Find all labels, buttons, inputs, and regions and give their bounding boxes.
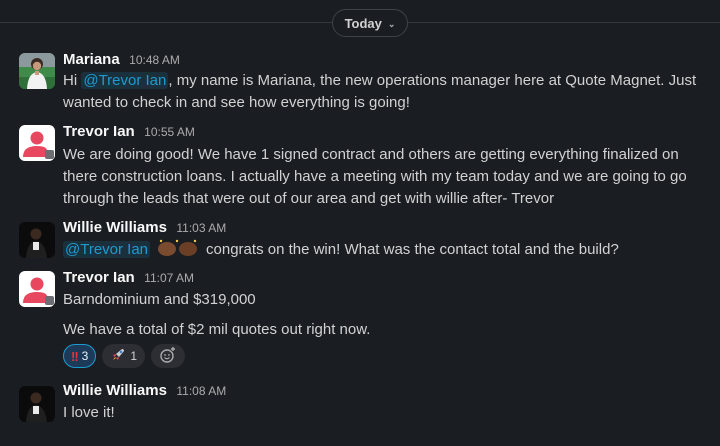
sender-name[interactable]: Trevor Ian xyxy=(63,123,135,140)
message-text: @Trevor Ian congrats on the win! What wa… xyxy=(63,239,715,264)
message-text-post: congrats on the win! What was the contac… xyxy=(206,241,619,258)
message-header: Willie Williams 11:03 AM xyxy=(63,219,226,237)
avatar[interactable] xyxy=(19,386,55,422)
reaction-count: 1 xyxy=(130,349,138,363)
message-text: I love it! xyxy=(63,404,115,421)
timestamp[interactable]: 10:55 AM xyxy=(144,125,195,139)
message-header: Trevor Ian 10:55 AM xyxy=(63,123,195,141)
rocket-icon xyxy=(110,347,126,366)
avatar[interactable] xyxy=(19,53,55,89)
avatar[interactable] xyxy=(19,125,55,161)
sender-name[interactable]: Mariana xyxy=(63,51,120,68)
date-divider-button[interactable]: Today ⌄ xyxy=(332,9,408,37)
message-text: We are doing good! We have 1 signed cont… xyxy=(63,146,687,207)
add-reaction-button[interactable] xyxy=(151,344,186,368)
timestamp[interactable]: 11:08 AM xyxy=(176,384,226,398)
clapping-hands-icon xyxy=(156,239,200,264)
sender-name[interactable]: Willie Williams xyxy=(63,219,167,236)
reaction-double-exclamation[interactable]: !! 3 xyxy=(63,344,97,368)
reaction-count: 3 xyxy=(81,349,89,363)
sender-name[interactable]: Trevor Ian xyxy=(63,269,135,286)
message-text-pre: Hi xyxy=(63,72,82,89)
message-text: Barndominium and $319,000 xyxy=(63,291,256,308)
message-header: Trevor Ian 11:07 AM xyxy=(63,269,194,287)
double-exclamation-icon: !! xyxy=(71,348,79,364)
reaction-rocket[interactable]: 1 xyxy=(102,344,146,368)
message-text: Hi @Trevor Ian, my name is Mariana, the … xyxy=(63,70,715,114)
date-label: Today xyxy=(344,15,382,31)
timestamp[interactable]: 11:03 AM xyxy=(176,221,226,235)
timestamp[interactable]: 10:48 AM xyxy=(129,53,180,67)
avatar[interactable] xyxy=(19,222,55,258)
chevron-down-icon: ⌄ xyxy=(387,18,396,29)
reactions-bar: !! 3 1 xyxy=(63,344,186,368)
message-header: Mariana 10:48 AM xyxy=(63,51,180,69)
add-emoji-icon xyxy=(159,346,177,367)
message-header: Willie Williams 11:08 AM xyxy=(63,382,226,400)
timestamp[interactable]: 11:07 AM xyxy=(144,271,194,285)
user-mention[interactable]: @Trevor Ian xyxy=(63,241,151,258)
user-mention[interactable]: @Trevor Ian xyxy=(81,72,169,89)
avatar[interactable] xyxy=(19,271,55,307)
sender-name[interactable]: Willie Williams xyxy=(63,382,167,399)
message-text: We have a total of $2 mil quotes out rig… xyxy=(63,321,371,338)
